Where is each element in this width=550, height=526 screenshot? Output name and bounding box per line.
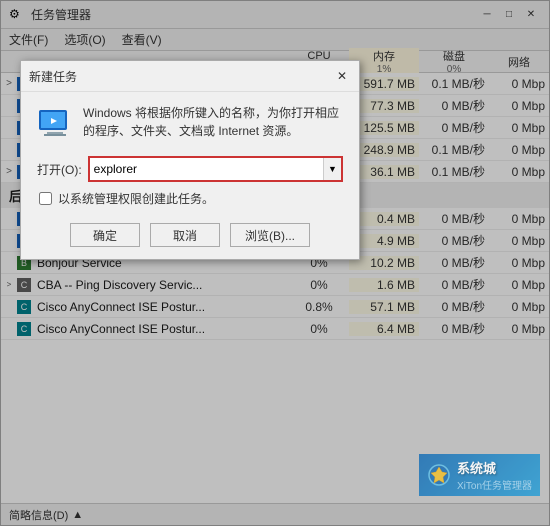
dialog-dropdown-button[interactable]: ▼ <box>323 158 341 180</box>
watermark-box: 系统城 XiTon任务管理器 <box>419 454 540 496</box>
dialog-admin-checkbox[interactable] <box>39 192 52 205</box>
dialog-open-label: 打开(O): <box>37 161 82 178</box>
watermark-icon <box>427 463 451 487</box>
dialog-buttons: 确定 取消 浏览(B)... <box>37 223 343 247</box>
dialog-cancel-button[interactable]: 取消 <box>150 223 220 247</box>
dialog-open-input[interactable] <box>90 160 323 178</box>
dialog-title: 新建任务 <box>29 68 77 85</box>
watermark: 系统城 XiTon任务管理器 <box>419 454 540 496</box>
dialog-description: Windows 将根据你所键入的名称，为你打开相应的程序、文件夹、文档或 Int… <box>83 104 343 142</box>
dialog-checkbox-label: 以系统管理权限创建此任务。 <box>58 190 214 207</box>
dialog-input-wrap: ▼ <box>88 156 343 182</box>
new-task-dialog: 新建任务 ✕ Windows 将根据你所键入的名称，为你打开相应的程序、文件夹、… <box>20 60 360 260</box>
dialog-open-row: 打开(O): ▼ <box>37 156 343 182</box>
dialog-run-icon <box>37 106 73 142</box>
dialog-close-button[interactable]: ✕ <box>333 67 351 85</box>
dialog-title-bar: 新建任务 ✕ <box>21 61 359 92</box>
dialog-browse-button[interactable]: 浏览(B)... <box>230 223 310 247</box>
watermark-sub-text: XiTon任务管理器 <box>457 477 532 492</box>
watermark-main-text: 系统城 <box>457 458 532 477</box>
dialog-info-section: Windows 将根据你所键入的名称，为你打开相应的程序、文件夹、文档或 Int… <box>37 104 343 142</box>
dialog-body: Windows 将根据你所键入的名称，为你打开相应的程序、文件夹、文档或 Int… <box>21 92 359 259</box>
dialog-ok-button[interactable]: 确定 <box>70 223 140 247</box>
dialog-checkbox-row: 以系统管理权限创建此任务。 <box>37 190 343 207</box>
